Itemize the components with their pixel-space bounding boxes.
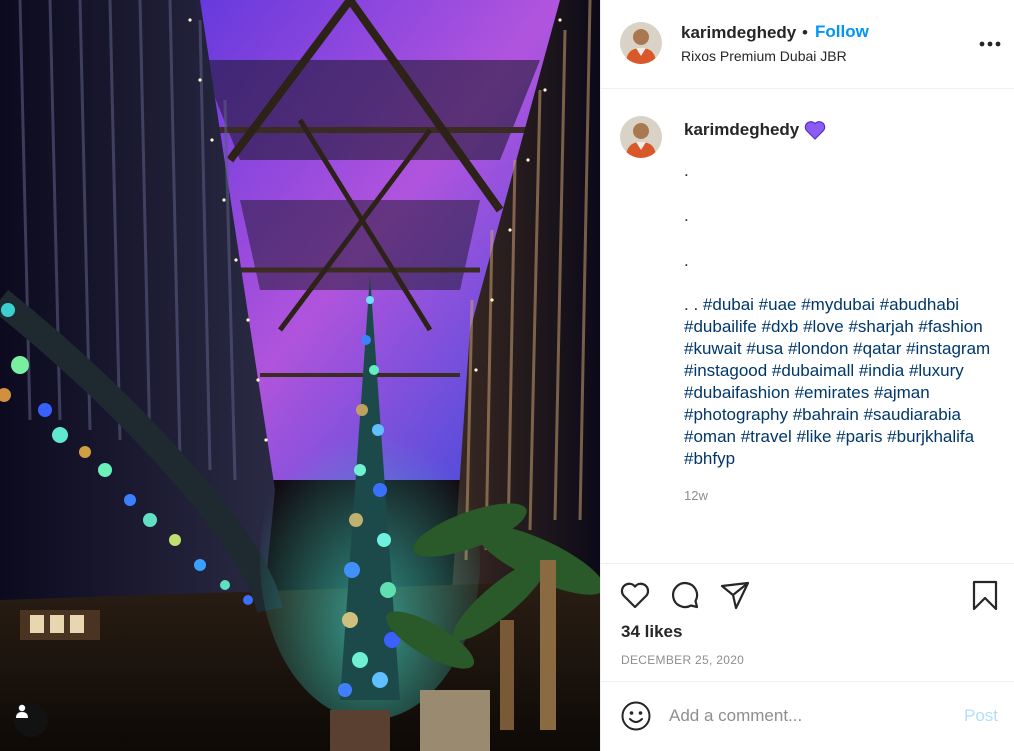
caption-hashtags: . . #dubai #uae #mydubai #abudhabi #duba…: [684, 294, 1004, 470]
user-tag-icon[interactable]: [14, 703, 48, 737]
likes-count[interactable]: 34 likes: [621, 622, 682, 642]
separator-dot: •: [802, 23, 808, 42]
post-photo[interactable]: [0, 0, 600, 751]
caption-avatar[interactable]: [620, 116, 662, 158]
location-link[interactable]: Rixos Premium Dubai JBR: [681, 48, 847, 64]
share-icon[interactable]: [718, 578, 752, 612]
more-options-icon[interactable]: [977, 34, 1003, 54]
caption-username[interactable]: karimdeghedy: [684, 120, 799, 140]
emoji-icon[interactable]: [620, 700, 652, 732]
action-bar: 34 likes DECEMBER 25, 2020: [601, 563, 1014, 681]
header-username[interactable]: karimdeghedy: [681, 23, 796, 43]
like-icon[interactable]: [618, 578, 652, 612]
comment-icon[interactable]: [668, 578, 702, 612]
caption-dot-line: .: [684, 161, 689, 180]
post-header: karimdeghedy • Follow Rixos Premium Duba…: [601, 0, 1014, 89]
post-comment-button[interactable]: Post: [964, 706, 998, 726]
caption-dots: . . .: [684, 160, 1004, 295]
follow-button[interactable]: Follow: [815, 22, 869, 42]
caption-lead: . .: [684, 295, 699, 314]
caption-dot-line: .: [684, 206, 689, 225]
save-icon[interactable]: [968, 578, 1002, 612]
caption-timestamp[interactable]: 12w: [684, 488, 708, 503]
caption-dot-line: .: [684, 251, 689, 270]
purple-heart-icon: [804, 120, 826, 140]
post-details-panel: karimdeghedy • Follow Rixos Premium Duba…: [600, 0, 1014, 751]
hashtag-list[interactable]: #dubai #uae #mydubai #abudhabi #dubailif…: [684, 295, 990, 468]
comment-input[interactable]: [669, 700, 949, 732]
post-date[interactable]: DECEMBER 25, 2020: [621, 653, 744, 667]
photo-illustration: [0, 0, 600, 751]
comment-bar: Post: [601, 681, 1014, 751]
avatar[interactable]: [620, 22, 662, 64]
